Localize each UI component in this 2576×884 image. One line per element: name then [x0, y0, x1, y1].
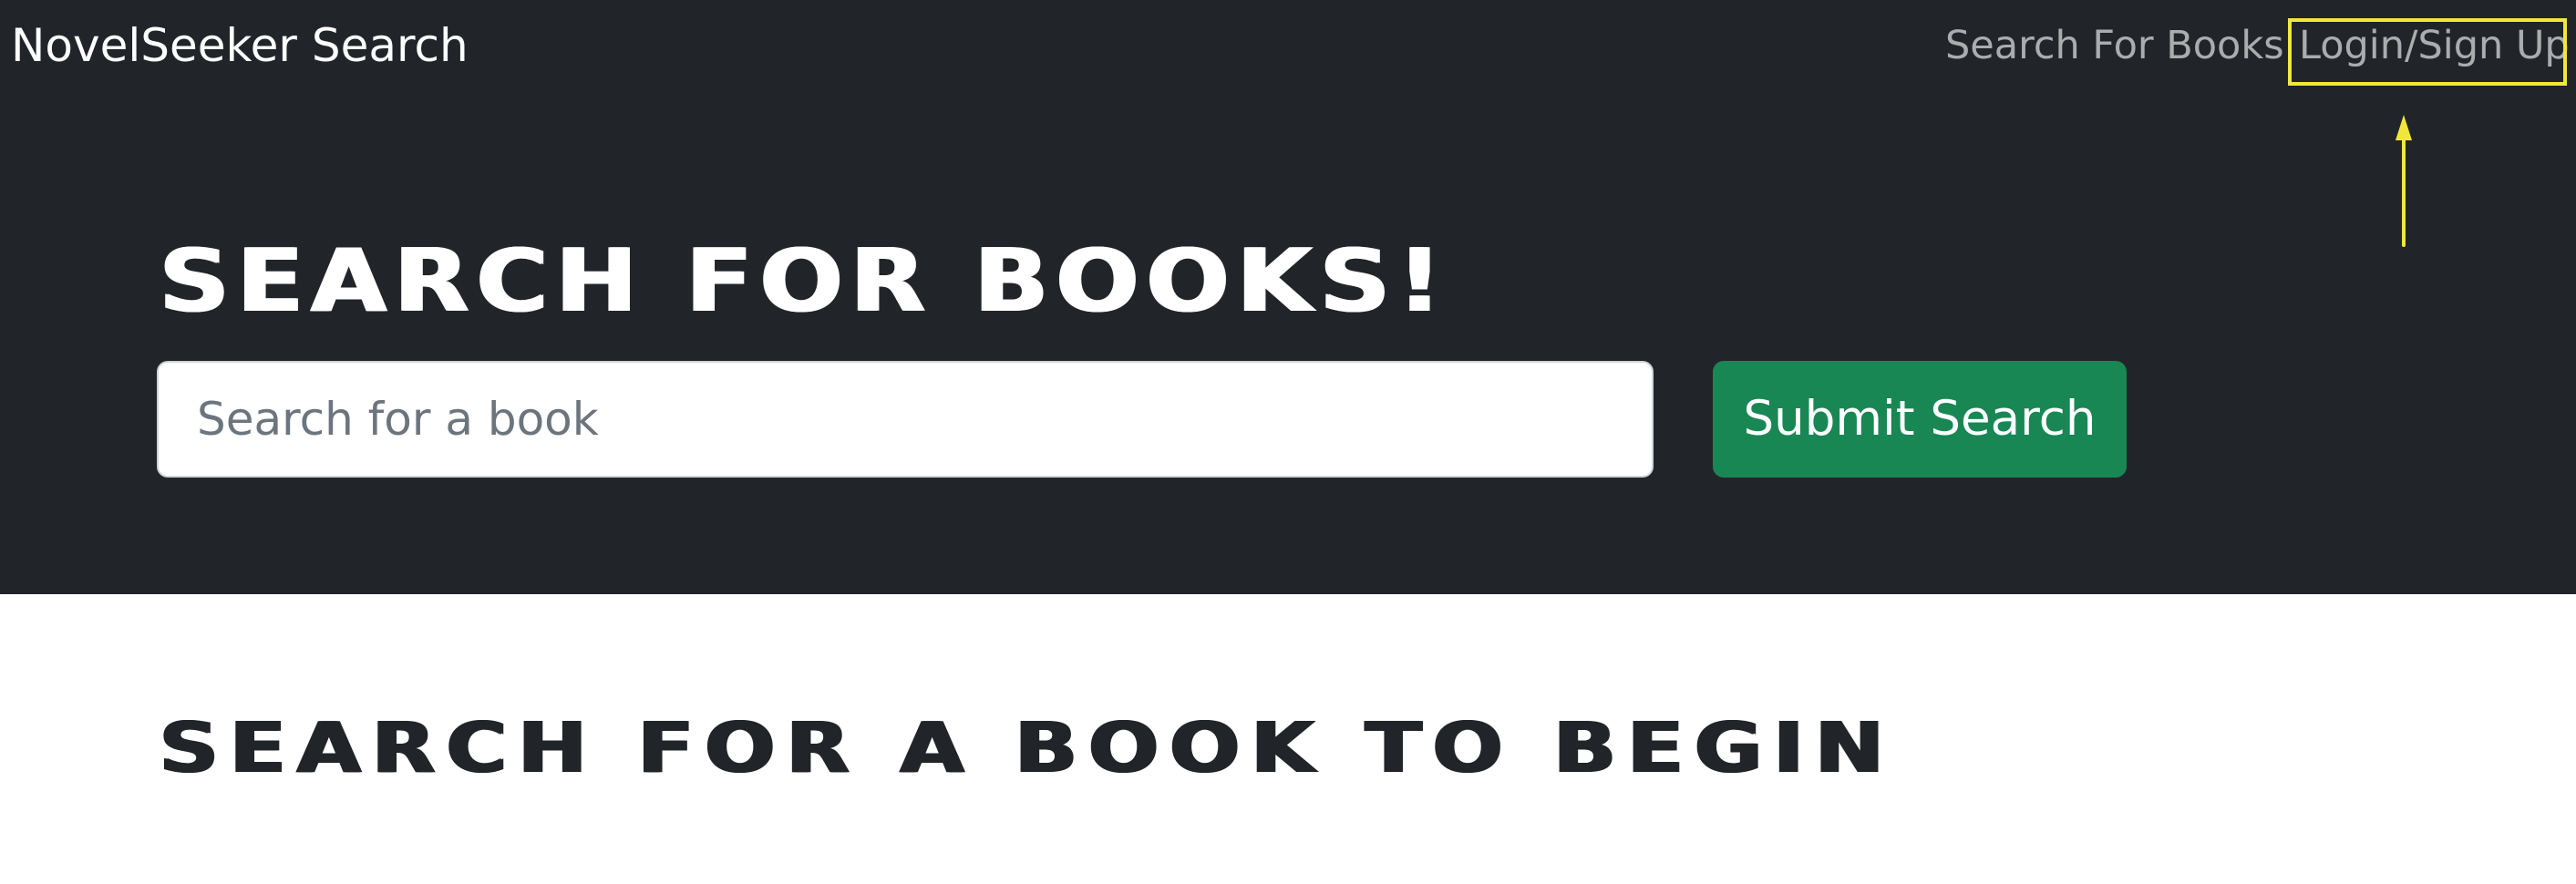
novelseeker-page: NovelSeeker Search Search For Books Logi… — [0, 0, 2576, 884]
login-highlight-box — [2288, 18, 2567, 86]
annotation-arrow-icon — [2396, 115, 2412, 247]
nav-search-books-link[interactable]: Search For Books — [1945, 16, 2284, 75]
hero-header: NovelSeeker Search Search For Books Logi… — [0, 0, 2576, 594]
submit-search-button[interactable]: Submit Search — [1713, 361, 2127, 478]
page-title: SEARCH FOR BOOKS! — [159, 231, 1449, 332]
book-search-input[interactable] — [157, 361, 1654, 478]
brand-link[interactable]: NovelSeeker Search — [11, 16, 469, 75]
empty-results-message: SEARCH FOR A BOOK TO BEGIN — [159, 708, 1895, 789]
